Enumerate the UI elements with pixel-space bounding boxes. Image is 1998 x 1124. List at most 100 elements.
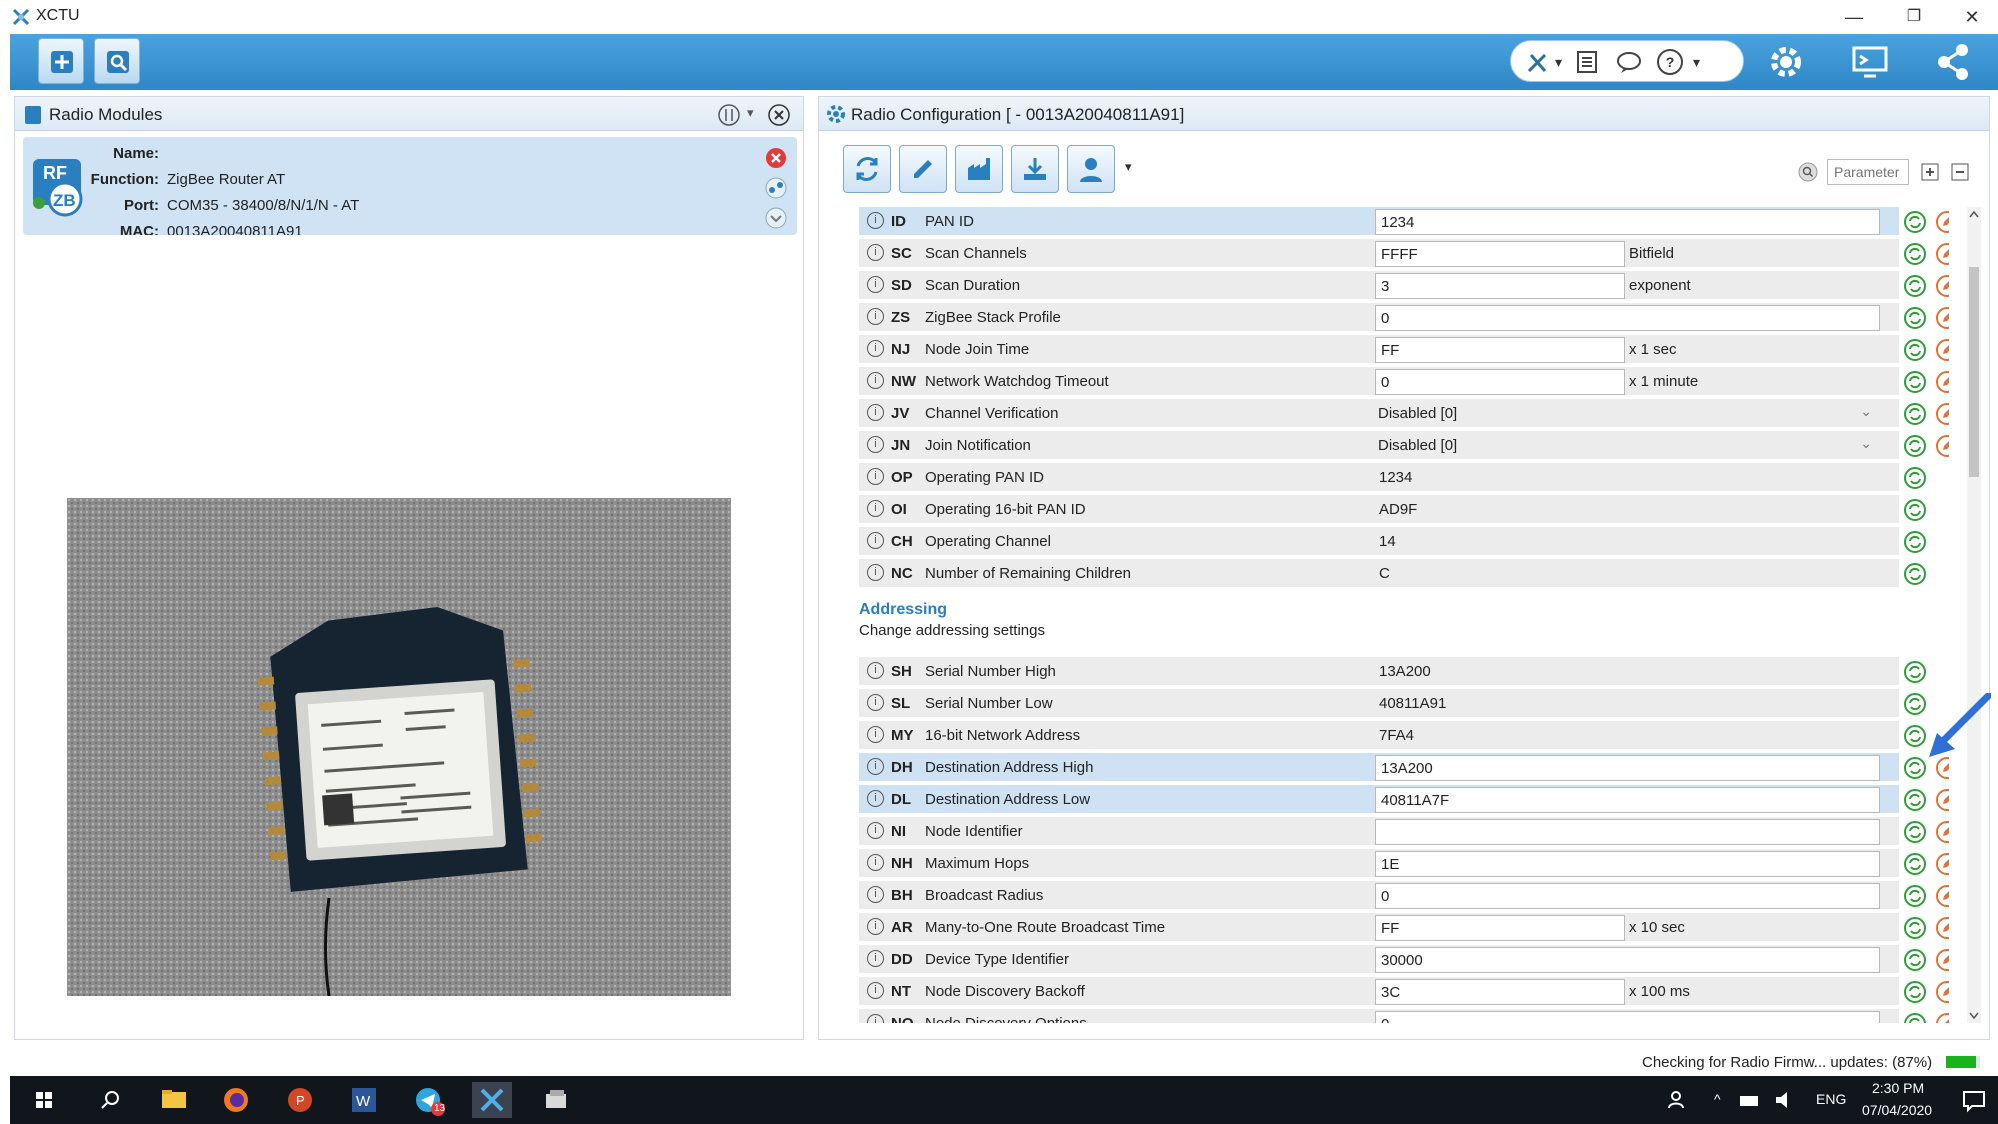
remove-all-icon[interactable] [767, 103, 791, 127]
read-param-icon[interactable] [1903, 980, 1927, 1004]
param-row-nj[interactable]: i NJ Node Join Time x 1 sec [859, 335, 1899, 365]
expand-module-icon[interactable] [765, 207, 787, 229]
read-param-icon[interactable] [1903, 1012, 1927, 1023]
volume-icon[interactable] [1766, 1082, 1806, 1118]
profile-dropdown-icon[interactable]: ▾ [1125, 159, 1132, 175]
param-row-dd[interactable]: i DD Device Type Identifier [859, 945, 1899, 975]
info-icon[interactable]: i [867, 758, 884, 775]
read-param-icon[interactable] [1903, 530, 1927, 554]
info-icon[interactable]: i [867, 404, 884, 421]
write-param-icon[interactable] [1935, 1012, 1949, 1023]
param-value-input[interactable] [1375, 305, 1880, 331]
language-indicator[interactable]: ENG [1816, 1091, 1846, 1107]
close-window-button[interactable]: ✕ [1952, 4, 1992, 30]
tools-dropdown-icon[interactable]: ▾ [1555, 49, 1562, 75]
write-param-icon[interactable] [1935, 980, 1949, 1004]
param-row-sc[interactable]: i SC Scan Channels Bitfield [859, 239, 1899, 269]
info-icon[interactable]: i [867, 212, 884, 229]
app-taskbar-icon[interactable] [536, 1082, 576, 1118]
configuration-mode-icon[interactable] [1764, 40, 1808, 84]
disconnect-module-icon[interactable] [765, 147, 787, 169]
info-icon[interactable]: i [867, 694, 884, 711]
param-value-input[interactable] [1375, 369, 1625, 395]
sort-dropdown-icon[interactable]: ▾ [747, 105, 754, 121]
read-param-icon[interactable] [1903, 498, 1927, 522]
info-icon[interactable]: i [867, 436, 884, 453]
read-param-icon[interactable] [1903, 338, 1927, 362]
param-row-ar[interactable]: i AR Many-to-One Route Broadcast Time x 10 … [859, 913, 1899, 943]
profile-button[interactable] [1067, 145, 1115, 193]
info-icon[interactable]: i [867, 1014, 884, 1023]
param-value-input[interactable] [1375, 273, 1625, 299]
info-icon[interactable]: i [867, 564, 884, 581]
param-row-nt[interactable]: i NT Node Discovery Backoff x 100 ms [859, 977, 1899, 1007]
notifications-icon[interactable] [1954, 1082, 1994, 1118]
info-icon[interactable]: i [867, 372, 884, 389]
param-row-nc[interactable]: i NC Number of Remaining Children C [859, 559, 1899, 589]
param-value-input[interactable] [1375, 851, 1880, 877]
read-param-icon[interactable] [1903, 884, 1927, 908]
info-icon[interactable]: i [867, 886, 884, 903]
param-value-input[interactable] [1375, 947, 1880, 973]
write-param-icon[interactable] [1935, 370, 1949, 394]
write-param-icon[interactable] [1935, 274, 1949, 298]
write-param-icon[interactable] [1935, 948, 1949, 972]
param-value-input[interactable] [1375, 915, 1625, 941]
parameter-search-input[interactable] [1827, 159, 1909, 185]
write-param-icon[interactable] [1935, 820, 1949, 844]
firefox-icon[interactable] [216, 1082, 256, 1118]
info-icon[interactable]: i [867, 500, 884, 517]
write-param-icon[interactable] [1935, 306, 1949, 330]
feedback-icon[interactable] [1615, 49, 1643, 75]
write-param-icon[interactable] [1935, 210, 1949, 234]
param-row-my[interactable]: i MY 16-bit Network Address 7FA4 [859, 721, 1899, 751]
info-icon[interactable]: i [867, 918, 884, 935]
param-value-input[interactable] [1375, 883, 1880, 909]
read-param-icon[interactable] [1903, 788, 1927, 812]
help-dropdown-icon[interactable]: ▾ [1693, 49, 1700, 75]
read-param-icon[interactable] [1903, 916, 1927, 940]
read-param-icon[interactable] [1903, 242, 1927, 266]
param-value-input[interactable] [1375, 755, 1880, 781]
read-param-icon[interactable] [1903, 756, 1927, 780]
write-param-icon[interactable] [1935, 884, 1949, 908]
info-icon[interactable]: i [867, 308, 884, 325]
info-icon[interactable]: i [867, 822, 884, 839]
param-value-input[interactable] [1375, 787, 1880, 813]
read-param-icon[interactable] [1903, 466, 1927, 490]
expand-all-icon[interactable] [1919, 161, 1941, 183]
word-icon[interactable]: W [344, 1082, 384, 1118]
info-icon[interactable]: i [867, 982, 884, 999]
param-row-zs[interactable]: i ZS ZigBee Stack Profile [859, 303, 1899, 333]
vertical-scrollbar[interactable] [1967, 207, 1981, 1023]
search-taskbar-icon[interactable] [90, 1082, 130, 1118]
param-value-select[interactable]: Disabled [0] ⌄ [1375, 433, 1880, 459]
powerpoint-icon[interactable]: P [280, 1082, 320, 1118]
network-tray-icon[interactable] [1730, 1082, 1770, 1118]
default-settings-button[interactable] [955, 145, 1003, 193]
read-param-icon[interactable] [1903, 370, 1927, 394]
param-value-input[interactable] [1375, 209, 1880, 235]
sort-icon[interactable] [717, 103, 741, 127]
param-row-oi[interactable]: i OI Operating 16-bit PAN ID AD9F [859, 495, 1899, 525]
network-mode-icon[interactable] [1930, 40, 1974, 84]
param-value-input[interactable] [1375, 819, 1880, 845]
write-param-icon[interactable] [1935, 788, 1949, 812]
read-param-icon[interactable] [1903, 724, 1927, 748]
minimize-button[interactable]: — [1834, 4, 1874, 30]
consoles-mode-icon[interactable] [1848, 40, 1892, 84]
help-icon[interactable]: ? [1657, 49, 1683, 75]
param-row-op[interactable]: i OP Operating PAN ID 1234 [859, 463, 1899, 493]
info-icon[interactable]: i [867, 532, 884, 549]
add-device-button[interactable] [38, 38, 84, 84]
write-param-icon[interactable] [1935, 402, 1949, 426]
param-value-input[interactable] [1375, 337, 1625, 363]
param-row-jv[interactable]: i JV Channel Verification Disabled [0] ⌄ [859, 399, 1899, 429]
read-param-icon[interactable] [1903, 948, 1927, 972]
restore-button[interactable]: ❐ [1894, 4, 1934, 30]
param-value-input[interactable] [1375, 1011, 1880, 1023]
info-icon[interactable]: i [867, 854, 884, 871]
info-icon[interactable]: i [867, 244, 884, 261]
param-row-sd[interactable]: i SD Scan Duration exponent [859, 271, 1899, 301]
read-param-icon[interactable] [1903, 274, 1927, 298]
